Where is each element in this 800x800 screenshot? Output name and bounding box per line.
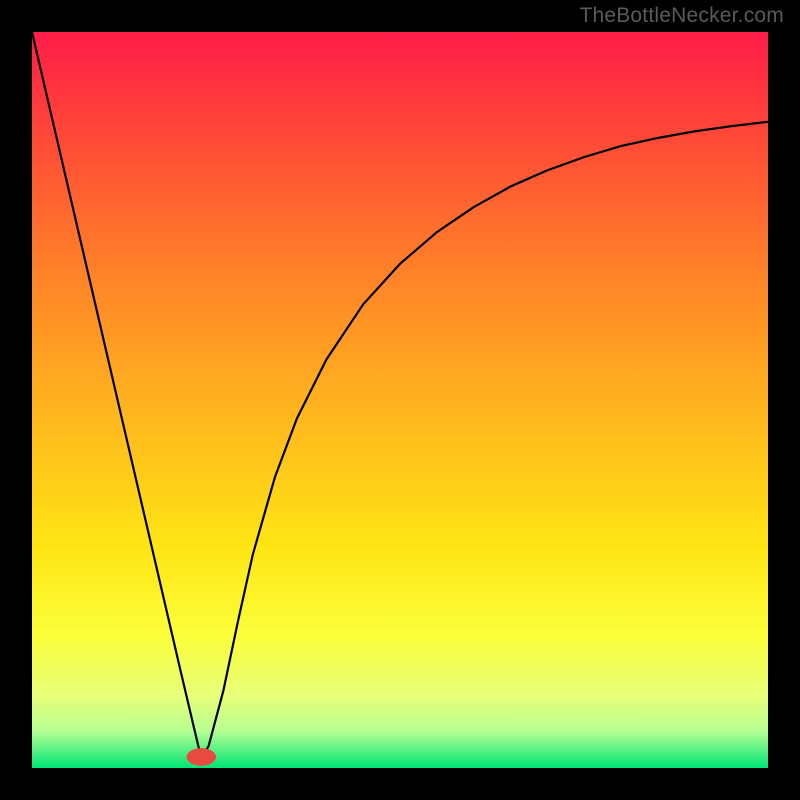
watermark-text: TheBottleNecker.com [579, 4, 784, 28]
chart-frame: TheBottleNecker.com [0, 0, 800, 800]
plot-background [32, 32, 768, 768]
plot-svg [32, 32, 768, 768]
minimum-marker [187, 748, 216, 766]
